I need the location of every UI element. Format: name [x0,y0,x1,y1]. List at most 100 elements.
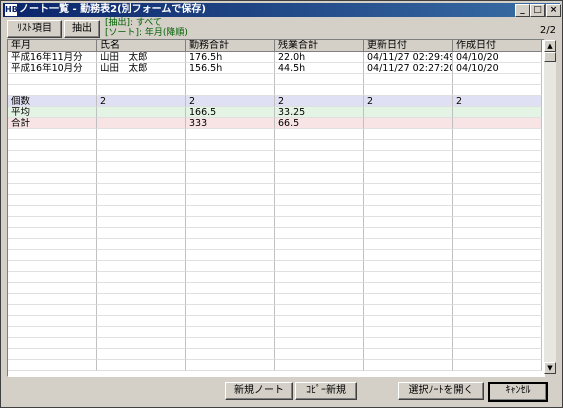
empty-row[interactable] [8,228,542,239]
table-cell [186,327,275,338]
table-cell [97,140,186,151]
column-header[interactable]: 更新日付 [364,40,453,52]
table-cell [453,118,542,129]
scroll-down-icon[interactable]: ▼ [544,362,556,374]
table-cell [364,272,453,283]
maximize-button[interactable]: □ [530,4,545,17]
summary-row[interactable]: 個数 2 2 2 2 2 [8,96,542,107]
table-cell [364,283,453,294]
table-cell [186,349,275,360]
table-cell [8,162,97,173]
table-cell [186,85,275,96]
close-button[interactable]: × [546,4,561,17]
empty-row[interactable] [8,184,542,195]
table-row[interactable]: 平成16年11月分 山田 太郎 176.5h 22.0h 04/11/27 02:29:… [8,52,542,63]
column-header[interactable]: 勤務合計 [186,40,275,52]
table-cell [453,250,542,261]
summary-row[interactable]: 平均 166.5 33.25 [8,107,542,118]
table-cell [8,294,97,305]
table-cell [453,272,542,283]
table-row[interactable]: 平成16年10月分 山田 太郎 156.5h 44.5h 04/11/27 02:27:… [8,63,542,74]
table-cell [97,151,186,162]
scroll-up-icon[interactable]: ▲ [544,40,556,52]
scroll-thumb[interactable] [544,52,556,62]
table-cell [275,140,364,151]
table-cell [97,173,186,184]
empty-row[interactable] [8,338,542,349]
table-cell [8,239,97,250]
table-cell [186,151,275,162]
table-cell [97,195,186,206]
column-header[interactable]: 氏名 [97,40,186,52]
table-cell [97,327,186,338]
empty-row[interactable] [8,261,542,272]
empty-row[interactable] [8,151,542,162]
table-cell: 平成16年10月分 [8,63,97,74]
empty-row[interactable] [8,217,542,228]
new-note-button[interactable]: 新規ノート [225,382,293,400]
table-cell [453,184,542,195]
empty-row[interactable] [8,239,542,250]
open-selected-note-button[interactable]: 選択ﾉｰﾄを開く [398,382,484,400]
table-cell: 22.0h [275,52,364,63]
empty-row[interactable] [8,173,542,184]
table-cell [453,140,542,151]
empty-row[interactable] [8,140,542,151]
table-cell [364,228,453,239]
empty-row[interactable] [8,305,542,316]
table-cell [8,349,97,360]
table-cell [8,327,97,338]
table-header: 年月 氏名 勤務合計 残業合計 更新日付 作成日付 [8,40,542,52]
table-cell [364,118,453,129]
copy-new-button[interactable]: ｺﾋﾟｰ新規 [295,382,357,400]
empty-row[interactable] [8,85,542,96]
table-cell [275,327,364,338]
empty-row[interactable] [8,349,542,360]
empty-row[interactable] [8,327,542,338]
empty-row[interactable] [8,206,542,217]
empty-row[interactable] [8,250,542,261]
table-cell: 04/11/27 02:27:20 [364,63,453,74]
table-cell [8,283,97,294]
table-cell [364,217,453,228]
cancel-button[interactable]: ｷｬﾝｾﾙ [488,382,548,402]
page-indicator: 2/2 [539,25,556,36]
table-cell [364,338,453,349]
empty-row[interactable] [8,195,542,206]
table-cell [8,206,97,217]
table-cell [186,239,275,250]
table-cell [97,85,186,96]
empty-row[interactable] [8,74,542,85]
window-title: ノート一覧 - 勤務表2(別フォームで保存) [19,4,206,15]
table-cell: 166.5 [186,107,275,118]
empty-row[interactable] [8,316,542,327]
table-cell [364,129,453,140]
empty-row[interactable] [8,272,542,283]
table-cell [97,305,186,316]
table-cell [453,261,542,272]
column-header[interactable]: 年月 [8,40,97,52]
table-cell [275,173,364,184]
extract-button[interactable]: 抽出 [64,20,100,38]
column-header[interactable]: 作成日付 [453,40,542,52]
empty-row[interactable] [8,129,542,140]
empty-row[interactable] [8,283,542,294]
table-cell [97,294,186,305]
list-items-button[interactable]: ﾘｽﾄ項目 [7,20,62,38]
table-cell [453,85,542,96]
table-cell [453,228,542,239]
vertical-scrollbar[interactable]: ▲ ▼ [544,40,556,374]
table-cell [97,129,186,140]
minimize-button[interactable]: _ [515,4,530,17]
table-cell [453,283,542,294]
column-header[interactable]: 残業合計 [275,40,364,52]
table-cell [97,283,186,294]
title-bar[interactable]: HB ノート一覧 - 勤務表2(別フォームで保存) _ □ × [3,3,561,17]
table-cell [8,195,97,206]
empty-row[interactable] [8,162,542,173]
note-list-table[interactable]: 年月 氏名 勤務合計 残業合計 更新日付 作成日付 平成16年11月分 山田 太郎 176.5… [7,39,545,377]
summary-row[interactable]: 合計 333 66.5 [8,118,542,129]
table-cell: 2 [97,96,186,107]
empty-row[interactable] [8,294,542,305]
empty-row[interactable] [8,360,542,371]
